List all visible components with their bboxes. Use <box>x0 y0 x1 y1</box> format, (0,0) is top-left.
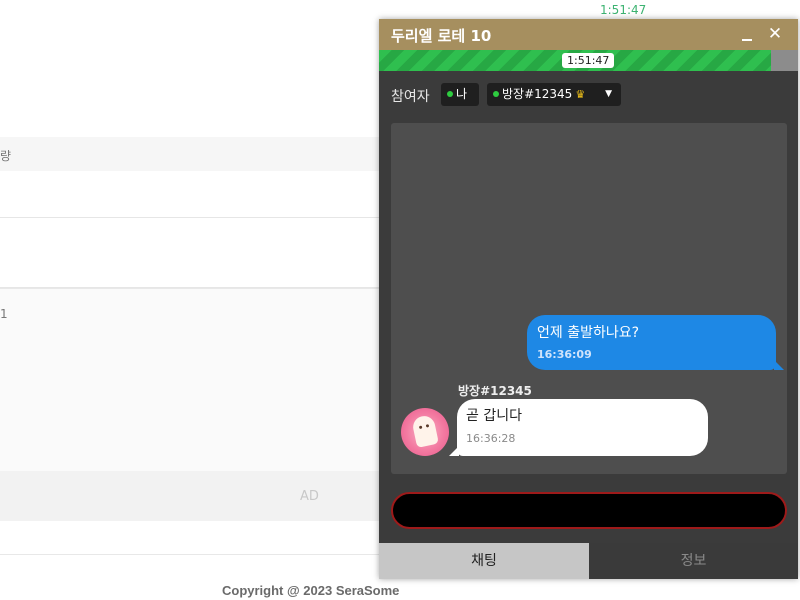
message-list[interactable]: 언제 출발하나요? 16:36:09 방장#12345 곧 갑니다 16:36:… <box>391 123 787 474</box>
minimize-button[interactable] <box>737 25 757 45</box>
background-table-row <box>0 172 380 218</box>
background-clock: 1:51:47 <box>600 3 647 17</box>
message-time: 16:36:28 <box>466 432 516 445</box>
online-status-icon <box>447 90 453 97</box>
timer-progress-bar: 1:51:47 <box>379 50 798 71</box>
background-divider-row <box>0 522 380 555</box>
participant-dropdown-host[interactable]: 방장#12345 ♛ ▼ <box>487 83 621 106</box>
background-text-fragment: 량 <box>0 149 12 163</box>
online-status-icon <box>493 90 499 97</box>
chevron-down-icon: ▼ <box>605 89 612 99</box>
bubble-tail <box>774 360 784 370</box>
bubble-tail <box>449 446 459 456</box>
background-table-row <box>0 219 380 288</box>
timer-label: 1:51:47 <box>562 53 615 68</box>
background-text-fragment: 1 <box>0 307 8 321</box>
ghost-icon <box>411 414 439 448</box>
chat-titlebar[interactable]: 두리엘 로테 10 ✕ <box>379 19 798 50</box>
participants-label: 참여자 <box>391 89 430 105</box>
crown-icon: ♛ <box>575 88 586 101</box>
message-text: 곧 갑니다 <box>466 408 522 424</box>
background-table-header <box>0 137 380 171</box>
background-content-area <box>0 288 380 471</box>
message-bubble-incoming: 곧 갑니다 16:36:28 <box>449 399 708 456</box>
message-text: 언제 출발하나요? <box>537 325 640 341</box>
background-ad-area <box>0 471 380 521</box>
close-icon: ✕ <box>767 24 783 44</box>
ad-label: AD <box>300 489 319 504</box>
chat-window: 두리엘 로테 10 ✕ 1:51:47 참여자 나 방장#12345 ♛ ▼ 언제… <box>379 19 798 579</box>
chat-title: 두리엘 로테 10 <box>391 27 492 45</box>
tab-info[interactable]: 정보 <box>589 543 798 579</box>
tab-chat[interactable]: 채팅 <box>379 543 589 579</box>
participant-name: 방장#12345 <box>502 87 573 101</box>
minimize-icon <box>742 39 752 41</box>
participant-name: 나 <box>456 87 468 101</box>
close-button[interactable]: ✕ <box>765 24 785 44</box>
message-time: 16:36:09 <box>537 348 592 361</box>
avatar[interactable] <box>401 408 449 456</box>
chat-message-input[interactable] <box>391 492 787 529</box>
message-bubble-outgoing: 언제 출발하나요? 16:36:09 <box>527 315 784 370</box>
message-sender-name: 방장#12345 <box>458 384 532 398</box>
participant-chip-me[interactable]: 나 <box>441 83 479 106</box>
copyright-text: Copyright @ 2023 SeraSome <box>222 583 400 598</box>
